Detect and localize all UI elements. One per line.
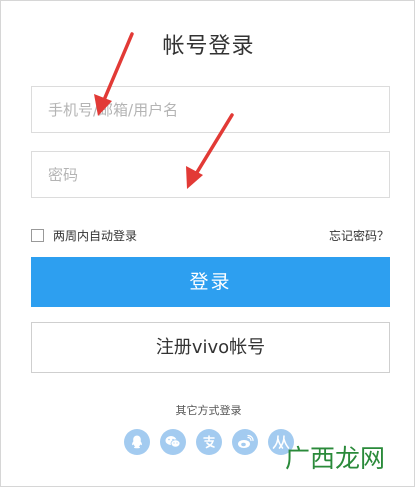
watermark: 广西龙网 [285, 439, 385, 475]
red-arrow-2 [186, 113, 234, 189]
red-arrow-1 [94, 32, 134, 116]
annotation-arrows [94, 32, 234, 189]
watermark-text: 广西龙网 [284, 444, 385, 473]
